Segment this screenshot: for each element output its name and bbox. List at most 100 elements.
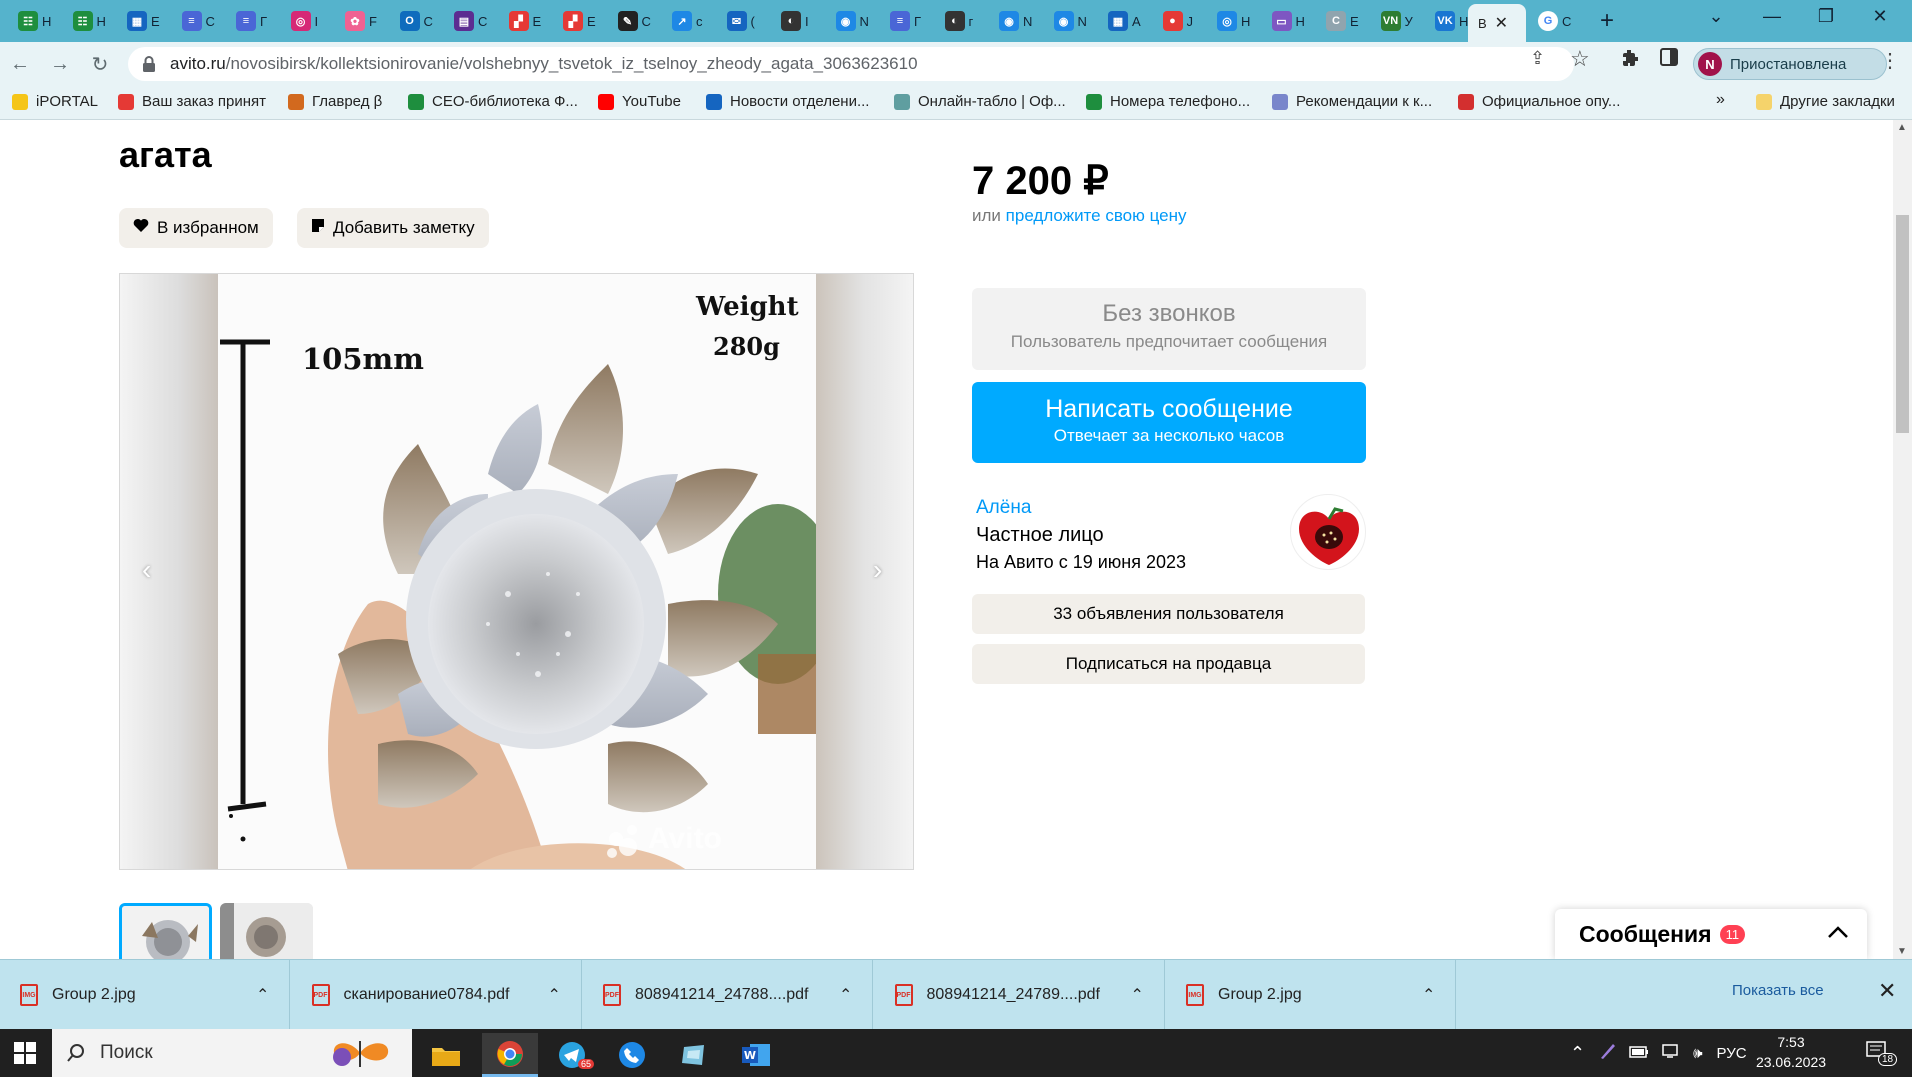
- side-panel-icon[interactable]: [1660, 48, 1678, 71]
- active-tab[interactable]: В ✕: [1468, 4, 1526, 42]
- bookmark-item[interactable]: Официальное опу...: [1458, 93, 1620, 110]
- show-all-downloads[interactable]: Показать все: [1732, 982, 1824, 999]
- bookmark-star-icon[interactable]: ☆: [1570, 46, 1590, 72]
- taskbar-search[interactable]: Поиск: [52, 1029, 412, 1077]
- gallery-next-icon[interactable]: ›: [873, 554, 882, 586]
- bookmark-item[interactable]: iPORTAL: [12, 93, 98, 110]
- offer-price-link[interactable]: предложите свою цену: [1006, 206, 1187, 225]
- telegram-icon[interactable]: 65: [544, 1033, 600, 1077]
- close-window-icon[interactable]: ✕: [1860, 6, 1900, 27]
- back-icon[interactable]: ←: [6, 50, 34, 78]
- chevron-up-icon[interactable]: ⌃: [256, 985, 269, 1005]
- browser-tab[interactable]: ≡ С: [174, 7, 226, 35]
- minimize-icon[interactable]: —: [1752, 6, 1792, 27]
- browser-tab[interactable]: ◎ I: [283, 7, 335, 35]
- bookmark-item[interactable]: Онлайн-табло | Оф...: [894, 93, 1066, 110]
- user-ads-button[interactable]: 33 объявления пользователя: [972, 594, 1365, 634]
- browser-tab[interactable]: ▞ Е: [501, 7, 553, 35]
- browser-tab[interactable]: OС: [392, 7, 444, 35]
- favorite-button[interactable]: В избранном: [119, 208, 273, 248]
- browser-tab[interactable]: ☷ Н: [10, 7, 62, 35]
- chrome-taskbar-icon[interactable]: [482, 1033, 538, 1077]
- seller-name-link[interactable]: Алёна: [976, 497, 1031, 519]
- download-item[interactable]: PDF сканирование0784.pdf ⌃: [292, 960, 582, 1030]
- bookmark-item[interactable]: Новости отделени...: [706, 93, 869, 110]
- browser-tab[interactable]: ▦ Е: [119, 7, 171, 35]
- browser-tab[interactable]: ▤ С: [446, 7, 498, 35]
- page-scrollbar[interactable]: ▲ ▼: [1893, 120, 1912, 959]
- scroll-up-icon[interactable]: ▲: [1897, 122, 1907, 133]
- add-note-button[interactable]: Добавить заметку: [297, 208, 489, 248]
- bookmark-item[interactable]: Ваш заказ принят: [118, 93, 266, 110]
- bookmark-item[interactable]: YouTube: [598, 93, 681, 110]
- subscribe-seller-button[interactable]: Подписаться на продавца: [972, 644, 1365, 684]
- close-shelf-icon[interactable]: ✕: [1878, 978, 1896, 1004]
- phone-app-icon[interactable]: [604, 1033, 660, 1077]
- bookmark-item[interactable]: СЕО-библиотека Ф...: [408, 93, 578, 110]
- messenger-widget[interactable]: Сообщения 11: [1555, 909, 1867, 959]
- bookmarks-more-icon[interactable]: »: [1716, 91, 1725, 109]
- browser-tab[interactable]: VN У: [1373, 7, 1425, 35]
- browser-tab[interactable]: ◎ Н: [1209, 7, 1261, 35]
- photo-gallery[interactable]: Weight 280g 105mm Avito ‹ ›: [119, 273, 914, 870]
- notifications-icon[interactable]: 18: [1866, 1041, 1898, 1066]
- bookmark-item[interactable]: Рекомендации к к...: [1272, 93, 1432, 110]
- browser-tab[interactable]: ≡ Г: [882, 7, 934, 35]
- browser-tab[interactable]: ✿ F: [337, 7, 389, 35]
- seller-avatar[interactable]: [1290, 494, 1366, 570]
- extensions-icon[interactable]: [1620, 48, 1640, 73]
- chevron-up-icon[interactable]: ⌃: [1131, 985, 1144, 1005]
- chevron-up-icon[interactable]: [1827, 919, 1849, 945]
- forward-icon[interactable]: →: [46, 50, 74, 78]
- maximize-icon[interactable]: ❐: [1806, 6, 1846, 27]
- browser-tab[interactable]: ▭ Н: [1264, 7, 1316, 35]
- gallery-prev-icon[interactable]: ‹: [142, 554, 151, 586]
- tab-search-chevron-icon[interactable]: ⌄: [1696, 6, 1736, 27]
- share-icon[interactable]: ⇪: [1530, 48, 1545, 69]
- bookmark-item[interactable]: Номера телефоно...: [1086, 93, 1250, 110]
- download-item[interactable]: PDF 808941214_24788....pdf ⌃: [583, 960, 873, 1030]
- file-explorer-icon[interactable]: [418, 1033, 474, 1077]
- browser-tab[interactable]: ✉(: [719, 7, 771, 35]
- tray-expand-icon[interactable]: ⌃: [1570, 1043, 1585, 1064]
- chevron-up-icon[interactable]: ⌃: [548, 985, 561, 1005]
- network-icon[interactable]: [1661, 1043, 1681, 1063]
- battery-icon[interactable]: [1629, 1045, 1649, 1062]
- browser-tab[interactable]: ◉ N: [828, 7, 880, 35]
- download-item[interactable]: IMG Group 2.jpg ⌃: [1166, 960, 1456, 1030]
- chevron-up-icon[interactable]: ⌃: [1422, 985, 1435, 1005]
- menu-icon[interactable]: ⋮: [1880, 48, 1900, 73]
- browser-tab[interactable]: ☷ Н: [65, 7, 117, 35]
- profile-button[interactable]: N Приостановлена: [1693, 48, 1887, 80]
- browser-tab-google[interactable]: GС: [1530, 7, 1582, 35]
- download-item[interactable]: PDF 808941214_24789....pdf ⌃: [875, 960, 1165, 1030]
- notes-app-icon[interactable]: [666, 1033, 722, 1077]
- browser-tab[interactable]: ▦ А: [1100, 7, 1152, 35]
- thumbnail-1[interactable]: [119, 903, 212, 959]
- volume-icon[interactable]: 🕪: [1693, 1045, 1702, 1062]
- bookmark-item[interactable]: Главред β: [288, 93, 382, 110]
- word-icon[interactable]: W: [728, 1033, 784, 1077]
- browser-tab[interactable]: ↗ с: [664, 7, 716, 35]
- language-indicator[interactable]: РУС: [1717, 1045, 1747, 1062]
- browser-tab[interactable]: CЕ: [1318, 7, 1370, 35]
- scroll-down-icon[interactable]: ▼: [1897, 946, 1907, 957]
- browser-tab[interactable]: ◉ N: [991, 7, 1043, 35]
- download-item[interactable]: IMG Group 2.jpg ⌃: [0, 960, 290, 1030]
- browser-tab[interactable]: ◉ N: [1046, 7, 1098, 35]
- browser-tab[interactable]: ● J: [1155, 7, 1207, 35]
- close-tab-icon[interactable]: ✕: [1495, 13, 1508, 33]
- address-bar[interactable]: avito.ru/novosibirsk/kollektsionirovanie…: [128, 47, 1574, 81]
- system-clock[interactable]: 7:53 23.06.2023: [1746, 1032, 1836, 1072]
- start-button[interactable]: [0, 1029, 50, 1077]
- reload-icon[interactable]: ↻: [86, 50, 114, 78]
- browser-tab[interactable]: ◐ г: [937, 7, 989, 35]
- pen-icon[interactable]: [1599, 1042, 1617, 1064]
- browser-tab[interactable]: ✎ С: [610, 7, 662, 35]
- browser-tab[interactable]: ▞ Е: [555, 7, 607, 35]
- chevron-up-icon[interactable]: ⌃: [839, 985, 852, 1005]
- main-photo[interactable]: Weight 280g 105mm Avito: [218, 274, 816, 869]
- browser-tab[interactable]: ◐ I: [773, 7, 825, 35]
- new-tab-icon[interactable]: +: [1594, 7, 1620, 34]
- scrollbar-thumb[interactable]: [1896, 215, 1909, 433]
